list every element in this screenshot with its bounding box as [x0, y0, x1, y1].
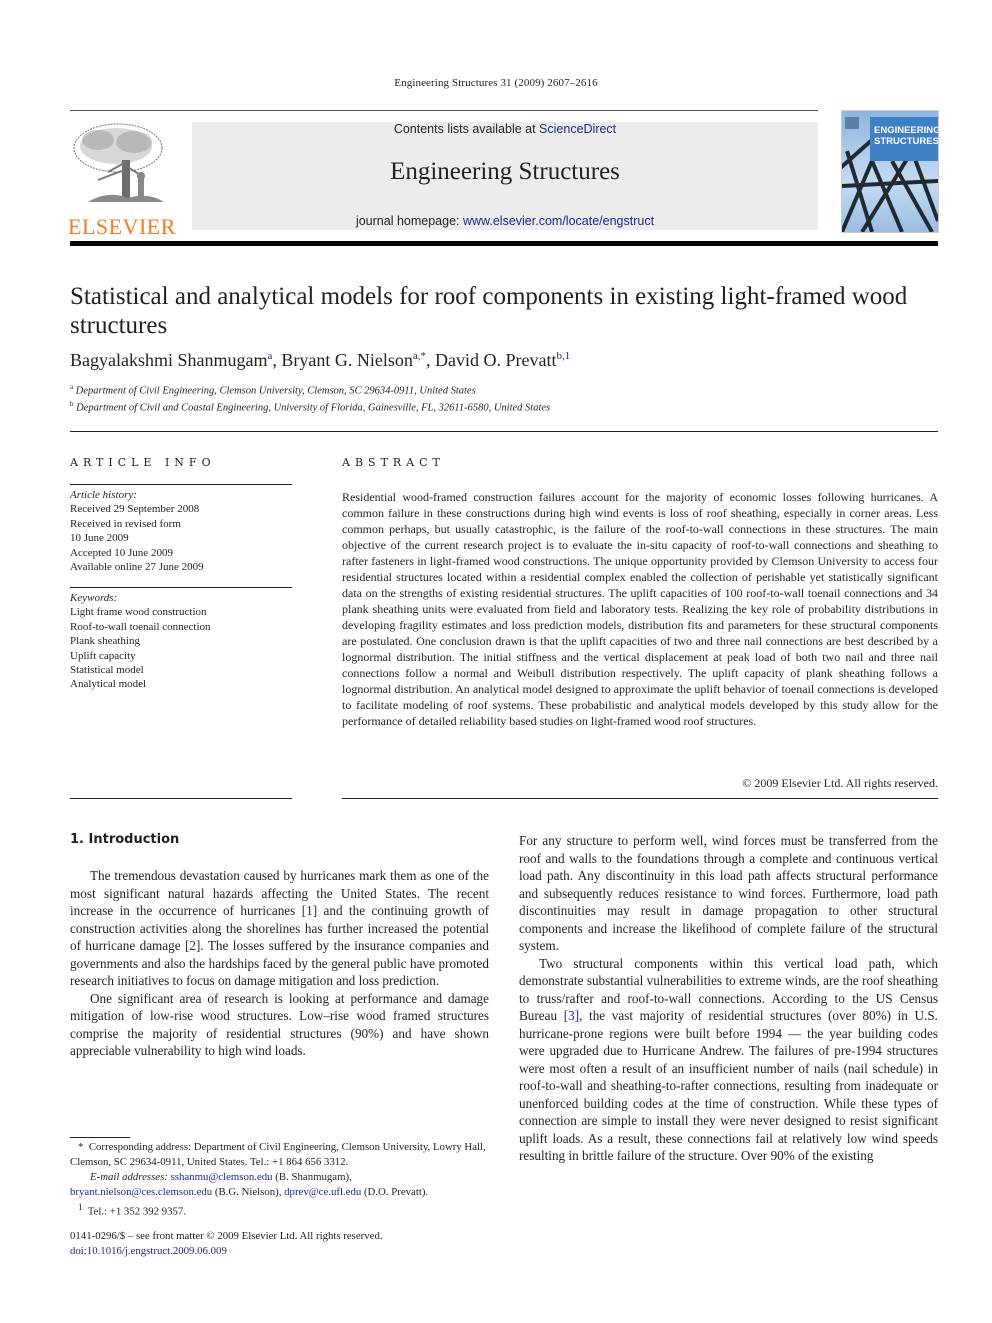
history-entry: Available online 27 June 2009 — [70, 561, 204, 574]
article-history: Article history: Received 29 September 2… — [70, 488, 292, 574]
history-entry: Received in revised form — [70, 517, 181, 530]
history-entry: Received 29 September 2008 — [70, 503, 200, 516]
abstract-text: Residential wood-framed construction fai… — [342, 490, 938, 728]
footnote-rule — [70, 1137, 130, 1138]
keyword: Plank sheathing — [70, 635, 140, 648]
keywords: Keywords: Light frame wood construction … — [70, 591, 292, 692]
citation-link[interactable]: [2] — [185, 938, 200, 953]
body-column-left: The tremendous devastation caused by hur… — [70, 867, 489, 1060]
affiliation-mark: b — [70, 400, 74, 408]
email-owner: (D.O. Prevatt). — [363, 1186, 429, 1198]
paragraph: Two structural components within this ve… — [519, 955, 938, 1165]
section-heading: 1. Introduction — [70, 832, 180, 847]
journal-cover-image[interactable]: ENGINEERING STRUCTURES — [841, 110, 939, 233]
paragraph: The tremendous devastation caused by hur… — [70, 867, 489, 990]
cover-title-line2: STRUCTURES — [874, 136, 939, 147]
keyword: Roof-to-wall toenail connection — [70, 620, 211, 633]
author-affiliation-mark[interactable]: b,1 — [556, 350, 570, 362]
keywords-label: Keywords: — [70, 592, 118, 604]
footnote-mark: 1 — [78, 1202, 83, 1212]
divider — [70, 587, 292, 588]
header-thick-rule — [70, 241, 938, 246]
citation-link[interactable]: [3] — [564, 1008, 579, 1023]
keyword: Statistical model — [70, 664, 144, 677]
journal-banner: Contents lists available at ScienceDirec… — [192, 122, 818, 230]
history-entry: Accepted 10 June 2009 — [70, 546, 173, 559]
sciencedirect-link[interactable]: ScienceDirect — [539, 122, 616, 136]
contents-line: Contents lists available at ScienceDirec… — [192, 122, 818, 136]
footnote-emails: E-mail addresses: sshanmu@clemson.edu (B… — [70, 1170, 489, 1200]
author-name: David O. Prevatt — [435, 350, 557, 370]
keyword: Uplift capacity — [70, 649, 136, 662]
history-entry: 10 June 2009 — [70, 532, 129, 545]
running-head: Engineering Structures 31 (2009) 2607–26… — [394, 77, 598, 89]
body-column-right: For any structure to perform well, wind … — [519, 832, 938, 1165]
affiliation-text: Department of Civil and Coastal Engineer… — [76, 402, 551, 414]
affiliation-mark: a — [70, 383, 74, 391]
elsevier-logo[interactable]: ELSEVIER — [68, 120, 175, 238]
paragraph-text: , the vast majority of residential struc… — [519, 1008, 938, 1163]
article-history-label: Article history: — [70, 489, 137, 501]
email-link[interactable]: dprev@ce.ufl.edu — [284, 1186, 361, 1198]
paragraph-text: For any structure to perform well, wind … — [519, 833, 938, 953]
email-owner: (B.G. Nielson), — [214, 1186, 282, 1198]
paragraph-text: One significant area of research is look… — [70, 990, 489, 1059]
author-name: Bagyalakshmi Shanmugam — [70, 350, 268, 370]
doi-link[interactable]: doi:10.1016/j.engstruct.2009.06.009 — [70, 1245, 227, 1257]
affiliation-text: Department of Civil Engineering, Clemson… — [75, 385, 476, 397]
footnote-mark: * — [78, 1141, 84, 1153]
footnote-text: Tel.: +1 352 392 9357. — [87, 1205, 187, 1218]
footnote-tel: 1 Tel.: +1 352 392 9357. — [70, 1200, 489, 1220]
affiliation: b Department of Civil and Coastal Engine… — [70, 400, 550, 414]
contents-prefix: Contents lists available at — [393, 122, 540, 136]
abstract-copyright: © 2009 Elsevier Ltd. All rights reserved… — [742, 776, 938, 790]
elsevier-tree-icon — [73, 123, 164, 202]
keyword: Analytical model — [70, 678, 147, 691]
author-list: Bagyalakshmi Shanmugama, Bryant G. Niels… — [70, 350, 571, 370]
email-label: E-mail addresses: — [90, 1171, 168, 1183]
abstract-heading: ABSTRACT — [342, 456, 445, 469]
issn-line: 0141-0296/$ – see front matter © 2009 El… — [70, 1230, 383, 1242]
author-name: Bryant G. Nielson — [281, 350, 413, 370]
footnote-corresponding: * Corresponding address: Department of C… — [70, 1140, 489, 1170]
keyword: Light frame wood construction — [70, 606, 207, 619]
front-matter: 0141-0296/$ – see front matter © 2009 El… — [70, 1229, 489, 1259]
divider — [70, 484, 292, 485]
paragraph: For any structure to perform well, wind … — [519, 832, 938, 955]
header-top-rule — [70, 110, 818, 111]
divider — [342, 798, 938, 799]
author-affiliation-mark[interactable]: a — [267, 350, 272, 362]
paragraph: One significant area of research is look… — [70, 990, 489, 1060]
publisher-logo-text: ELSEVIER — [68, 214, 176, 239]
divider — [70, 798, 292, 799]
divider — [70, 431, 938, 432]
footnotes: * Corresponding address: Department of C… — [70, 1140, 489, 1220]
citation-link[interactable]: [1] — [302, 903, 317, 918]
email-owner: (B. Shanmugam), — [275, 1171, 352, 1183]
author-affiliation-mark[interactable]: a,* — [413, 350, 426, 362]
footnote-text: Corresponding address: Department of Civ… — [70, 1141, 486, 1168]
affiliation: a Department of Civil Engineering, Clems… — [70, 383, 476, 397]
email-link[interactable]: bryant.nielson@ces.clemson.edu — [70, 1186, 212, 1198]
journal-title: Engineering Structures — [390, 158, 620, 185]
article-info-heading: ARTICLE INFO — [70, 456, 216, 469]
homepage-prefix: journal homepage: — [355, 214, 463, 228]
article-title: Statistical and analytical models for ro… — [70, 283, 908, 339]
cover-title-line1: ENGINEERING — [874, 125, 939, 136]
cover-title: ENGINEERING STRUCTURES — [874, 125, 939, 147]
journal-homepage-link[interactable]: www.elsevier.com/locate/engstruct — [463, 214, 654, 228]
email-link[interactable]: sshanmu@clemson.edu — [171, 1171, 273, 1183]
homepage-line: journal homepage: www.elsevier.com/locat… — [192, 214, 818, 228]
